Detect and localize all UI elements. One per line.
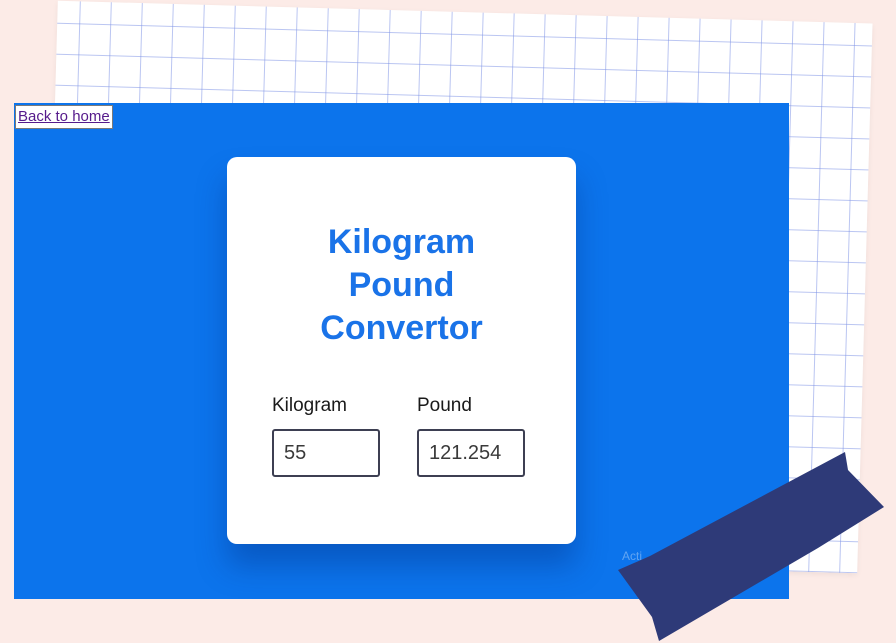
pound-label: Pound [417, 395, 472, 416]
title-line-3: Convertor [320, 309, 483, 347]
converter-card: Kilogram Pound Convertor Kilogram Pound [227, 157, 576, 544]
stage: Back to home Kilogram Pound Convertor Ki… [0, 0, 896, 643]
title-line-2: Pound [348, 266, 455, 304]
browser-viewport: Back to home Kilogram Pound Convertor Ki… [14, 103, 789, 599]
title-line-1: Kilogram [327, 223, 476, 261]
converter-title: Kilogram Pound Convertor [227, 221, 576, 350]
back-to-home-link[interactable]: Back to home [15, 105, 113, 129]
kilogram-input[interactable] [272, 429, 380, 477]
kilogram-label: Kilogram [272, 395, 347, 416]
pound-input[interactable] [417, 429, 525, 477]
activation-watermark: Acti [622, 549, 643, 563]
